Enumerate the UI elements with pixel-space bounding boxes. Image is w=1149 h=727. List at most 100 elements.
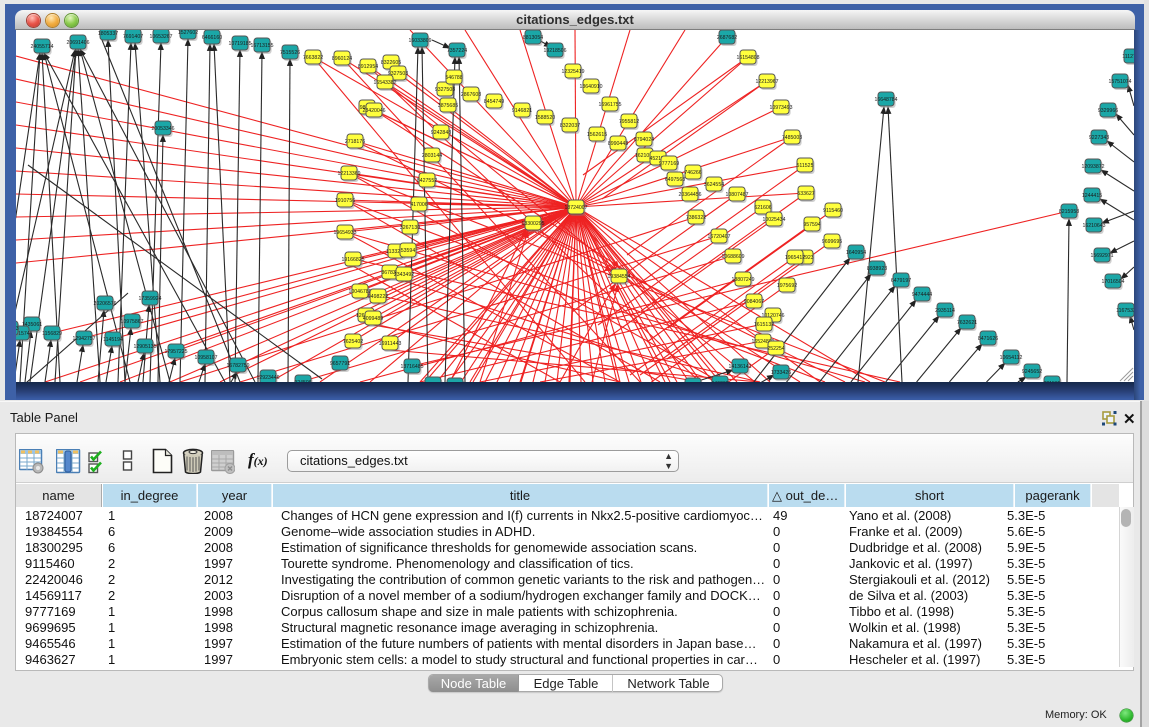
svg-text:15751074: 15751074 <box>1108 79 1131 85</box>
svg-text:9227343: 9227343 <box>1089 135 1109 141</box>
svg-text:9777169: 9777169 <box>659 161 679 167</box>
svg-text:4099489: 4099489 <box>363 316 383 322</box>
svg-text:2687682: 2687682 <box>717 35 737 41</box>
svg-text:9329966: 9329966 <box>1098 108 1118 114</box>
svg-text:8938923: 8938923 <box>867 266 887 272</box>
svg-text:16720407: 16720407 <box>707 234 730 240</box>
svg-text:15692971: 15692971 <box>1090 253 1113 259</box>
svg-text:9245652: 9245652 <box>1022 369 1042 375</box>
svg-text:6497568: 6497568 <box>665 177 685 183</box>
svg-text:12325419: 12325419 <box>561 69 584 75</box>
svg-text:8813054: 8813054 <box>523 35 543 41</box>
svg-text:981003: 981003 <box>16 326 19 332</box>
svg-text:20691406: 20691406 <box>66 40 89 46</box>
svg-text:7691407: 7691407 <box>123 34 143 40</box>
svg-text:3624554: 3624554 <box>704 182 724 188</box>
svg-text:1588520: 1588520 <box>535 115 555 121</box>
svg-text:1805337: 1805337 <box>98 31 118 37</box>
svg-text:1156829: 1156829 <box>42 331 62 337</box>
svg-text:252254: 252254 <box>767 346 784 352</box>
svg-text:9146821: 9146821 <box>512 108 532 114</box>
svg-text:9084067: 9084067 <box>744 299 764 305</box>
svg-text:19384554: 19384554 <box>607 274 630 280</box>
svg-text:511525: 511525 <box>797 163 814 169</box>
svg-text:12213369: 12213369 <box>337 171 360 177</box>
svg-text:1975692: 1975692 <box>777 283 797 289</box>
svg-text:1244415: 1244415 <box>1082 193 1102 199</box>
svg-text:16210643: 16210643 <box>1082 223 1105 229</box>
svg-text:957594: 957594 <box>803 222 820 228</box>
svg-text:16154808: 16154808 <box>736 55 759 61</box>
svg-text:18724007: 18724007 <box>564 205 587 211</box>
svg-text:16543382: 16543382 <box>373 80 396 86</box>
svg-text:19654933: 19654933 <box>333 230 356 236</box>
svg-text:10975867: 10975867 <box>120 319 143 325</box>
svg-text:8990443: 8990443 <box>608 141 628 147</box>
svg-text:8427552: 8427552 <box>417 178 437 184</box>
svg-text:23420046: 23420046 <box>362 108 385 114</box>
svg-text:10973493: 10973493 <box>769 105 792 111</box>
svg-text:7386322: 7386322 <box>686 215 706 221</box>
svg-text:9699695: 9699695 <box>822 239 842 245</box>
svg-text:14136141: 14136141 <box>728 364 751 370</box>
svg-text:7955812: 7955812 <box>619 119 639 125</box>
svg-text:1527602: 1527602 <box>178 30 198 36</box>
svg-text:1733426: 1733426 <box>771 370 791 376</box>
svg-text:8960124: 8960124 <box>332 56 352 62</box>
svg-text:7632621: 7632621 <box>957 320 977 326</box>
svg-text:8215958: 8215958 <box>1059 209 1079 215</box>
svg-text:1615132: 1615132 <box>754 322 774 328</box>
svg-text:53594: 53594 <box>401 248 416 254</box>
svg-text:9474444: 9474444 <box>912 292 932 298</box>
svg-text:2803144: 2803144 <box>422 153 442 159</box>
svg-text:24055714: 24055714 <box>30 44 53 50</box>
svg-text:10958107: 10958107 <box>194 355 217 361</box>
svg-text:17016504: 17016504 <box>1101 279 1124 285</box>
svg-text:18807249: 18807249 <box>731 277 754 283</box>
svg-text:20206576: 20206576 <box>93 301 116 307</box>
svg-text:13716485: 13716485 <box>400 364 423 370</box>
svg-text:17957225: 17957225 <box>164 349 187 355</box>
svg-text:9115460: 9115460 <box>823 208 843 214</box>
svg-text:2935114: 2935114 <box>935 308 955 314</box>
svg-text:6794024: 6794024 <box>634 137 654 143</box>
svg-text:20364456: 20364456 <box>678 192 701 198</box>
svg-text:10807487: 10807487 <box>725 192 748 198</box>
svg-text:8322605: 8322605 <box>381 60 401 66</box>
svg-text:621606: 621606 <box>754 205 771 211</box>
svg-text:924506: 924506 <box>294 380 311 382</box>
svg-text:8912954: 8912954 <box>358 64 378 70</box>
svg-text:546788: 546788 <box>445 75 462 81</box>
svg-text:12905135: 12905135 <box>133 344 156 350</box>
svg-text:9657791: 9657791 <box>330 361 350 367</box>
svg-text:7515526: 7515526 <box>280 50 300 56</box>
svg-text:6479197: 6479197 <box>891 278 911 284</box>
svg-text:1910756: 1910756 <box>335 198 355 204</box>
svg-text:946362: 946362 <box>711 381 728 382</box>
svg-text:16713155: 16713155 <box>250 43 273 49</box>
svg-text:16782759: 16782759 <box>226 363 249 369</box>
svg-text:2867608: 2867608 <box>461 92 481 98</box>
svg-text:7357224: 7357224 <box>447 48 467 54</box>
svg-text:2718176: 2718176 <box>345 139 365 145</box>
svg-text:16961755: 16961755 <box>598 102 621 108</box>
svg-text:1167533: 1167533 <box>1116 308 1134 314</box>
svg-text:3267130: 3267130 <box>400 225 420 231</box>
svg-text:10653267: 10653267 <box>149 34 172 40</box>
svg-text:12093872: 12093872 <box>1081 164 1104 170</box>
svg-text:7485003: 7485003 <box>782 135 802 141</box>
svg-text:16911443: 16911443 <box>379 341 402 347</box>
svg-text:12213967: 12213967 <box>755 79 778 85</box>
svg-text:1640954: 1640954 <box>846 250 866 256</box>
svg-text:18300295: 18300295 <box>521 221 544 227</box>
svg-text:10025434: 10025434 <box>762 217 785 223</box>
svg-text:8471626: 8471626 <box>978 336 998 342</box>
svg-text:7625402: 7625402 <box>343 339 363 345</box>
svg-text:2343492: 2343492 <box>394 272 414 278</box>
svg-text:19218506: 19218506 <box>543 48 566 54</box>
svg-text:746266: 746266 <box>684 170 701 176</box>
svg-text:8322037: 8322037 <box>560 123 580 129</box>
svg-text:821595: 821595 <box>1043 381 1060 382</box>
svg-text:9327508: 9327508 <box>435 87 455 93</box>
svg-text:9498222: 9498222 <box>368 294 388 300</box>
